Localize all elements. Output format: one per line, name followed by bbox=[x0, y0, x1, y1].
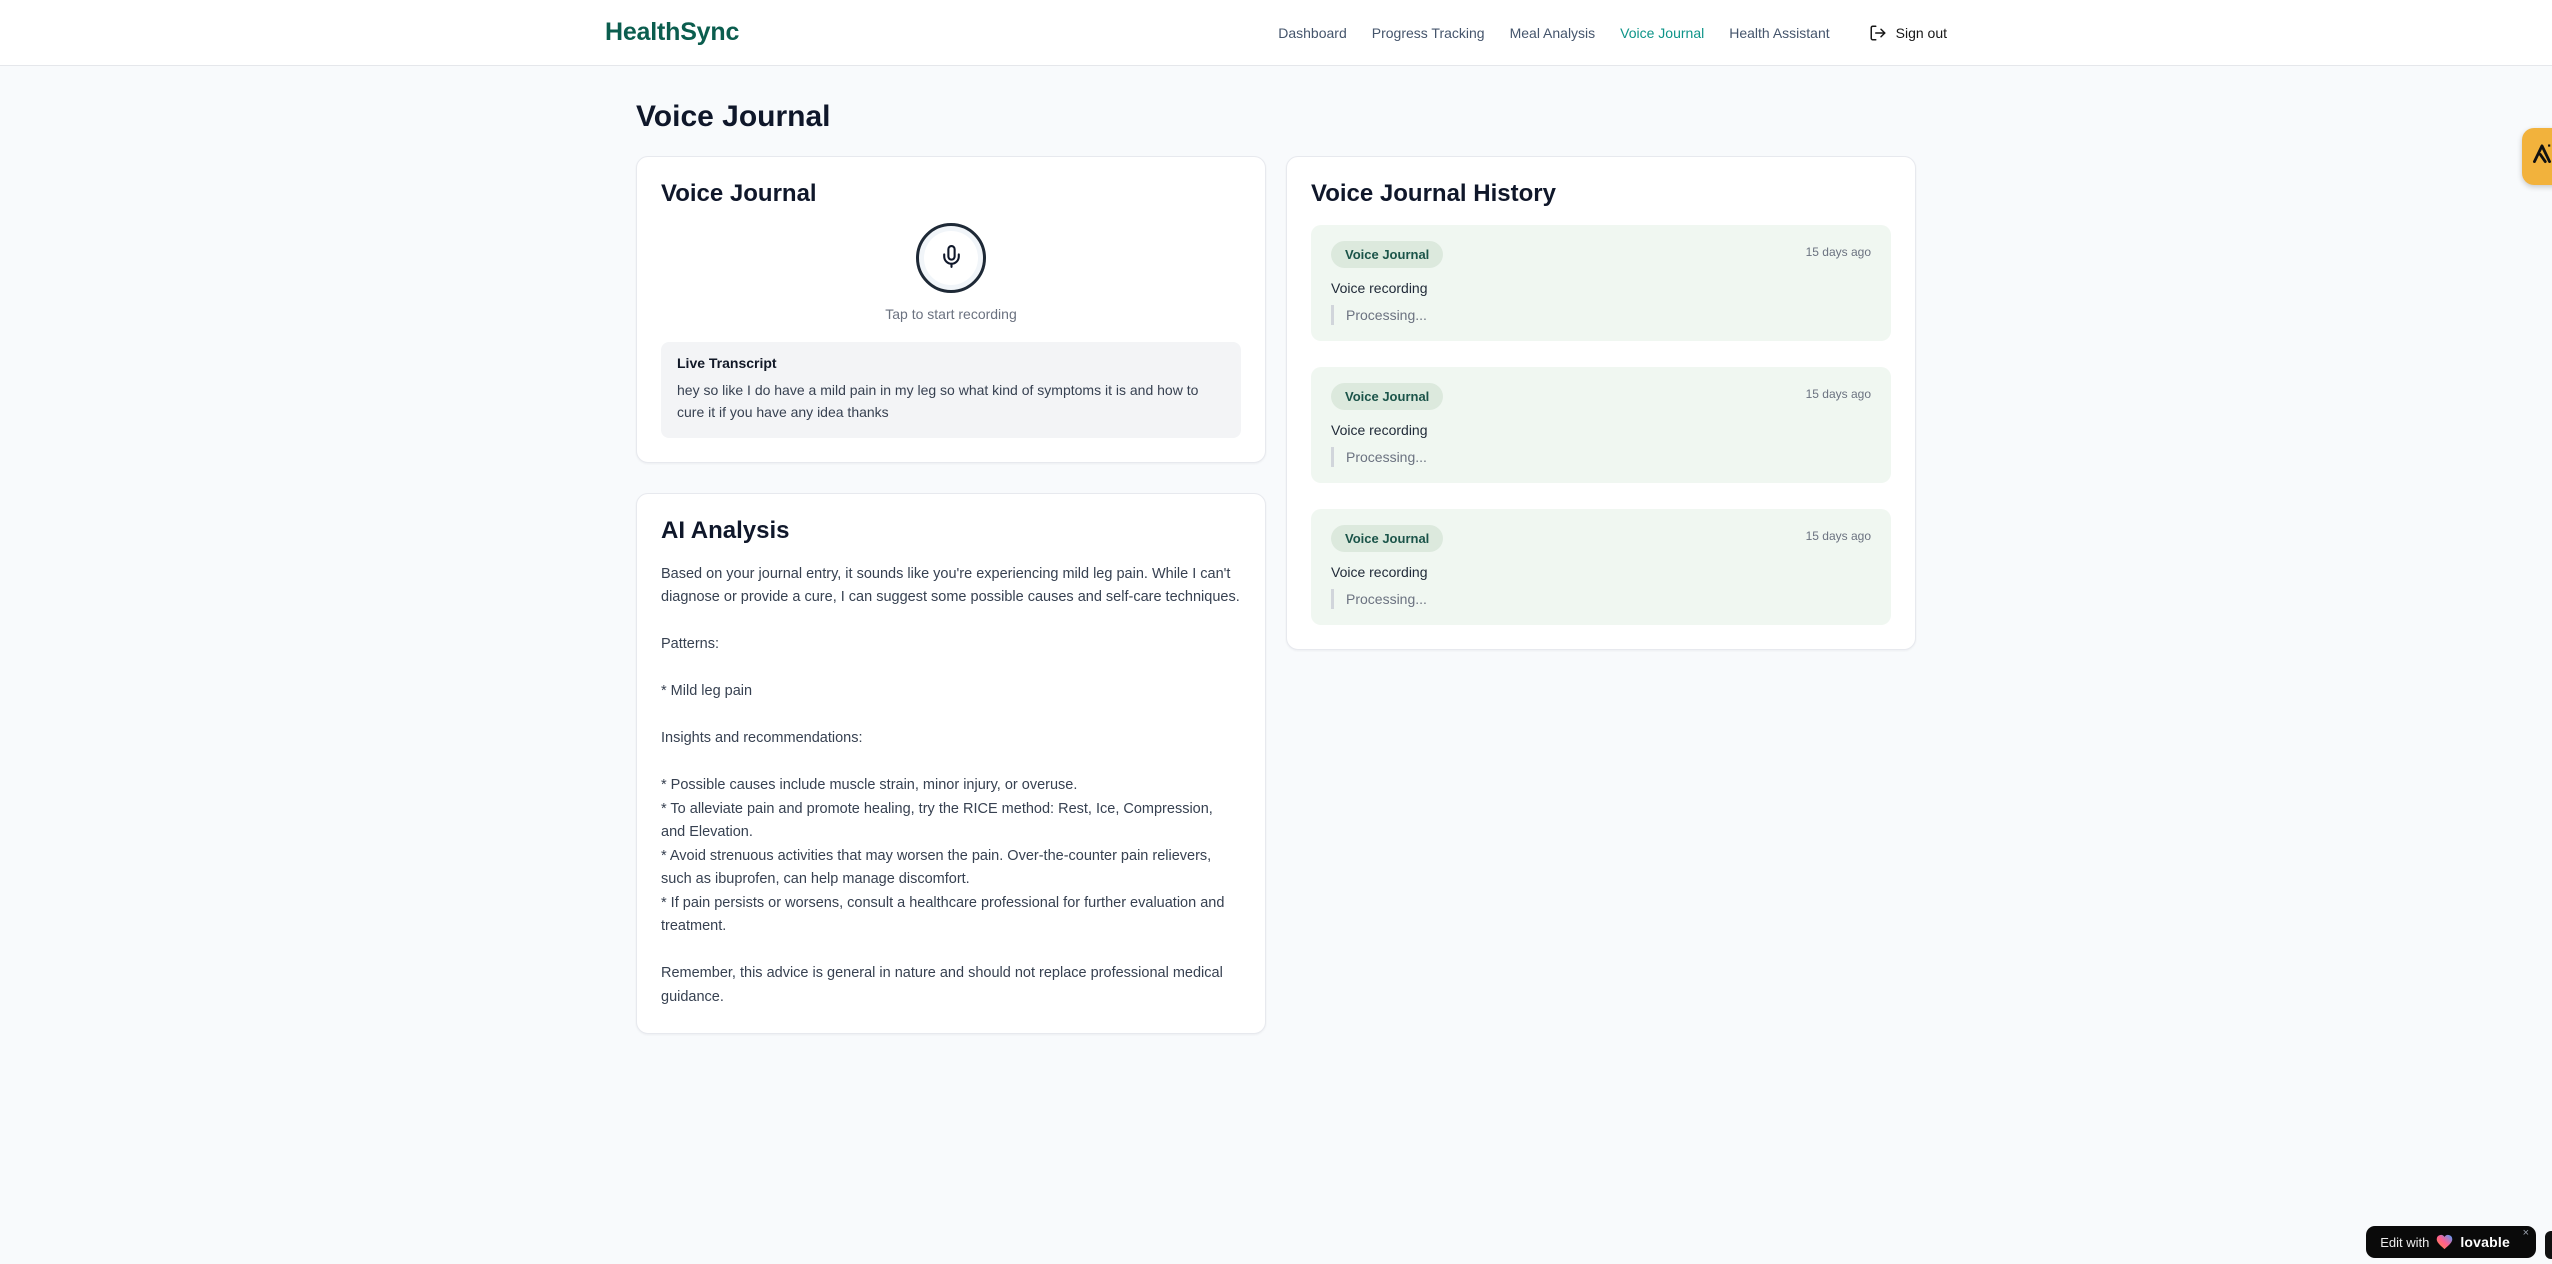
entry-status: Processing... bbox=[1331, 305, 1871, 326]
app-window: HealthSync Dashboard Progress Tracking M… bbox=[0, 0, 2552, 1264]
entry-type-badge: Voice Journal bbox=[1331, 525, 1444, 553]
history-entry[interactable]: Voice Journal 15 days ago Voice recordin… bbox=[1311, 225, 1891, 342]
record-button[interactable] bbox=[916, 223, 986, 294]
corner-cutoff-element bbox=[2545, 1231, 2552, 1259]
history-list: Voice Journal 15 days ago Voice recordin… bbox=[1311, 225, 1891, 626]
top-navigation-bar: HealthSync Dashboard Progress Tracking M… bbox=[0, 0, 2552, 66]
nav-item-voice-journal[interactable]: Voice Journal bbox=[1620, 25, 1704, 41]
heart-icon bbox=[2436, 1234, 2453, 1250]
entry-status: Processing... bbox=[1331, 589, 1871, 610]
entry-type-badge: Voice Journal bbox=[1331, 241, 1444, 269]
record-hint: Tap to start recording bbox=[885, 306, 1017, 323]
nav-item-health-assistant[interactable]: Health Assistant bbox=[1729, 25, 1829, 41]
log-out-icon bbox=[1869, 24, 1887, 42]
nav-item-dashboard[interactable]: Dashboard bbox=[1278, 25, 1347, 41]
right-column: Voice Journal History Voice Journal 15 d… bbox=[1286, 156, 1916, 651]
sign-out-button[interactable]: Sign out bbox=[1869, 24, 1947, 42]
entry-title: Voice recording bbox=[1331, 422, 1428, 439]
close-icon[interactable]: × bbox=[2523, 1228, 2529, 1239]
live-transcript-text: hey so like I do have a mild pain in my … bbox=[677, 382, 1199, 421]
lovable-brand: lovable bbox=[2460, 1234, 2510, 1250]
edit-with-lovable-badge[interactable]: Edit with lovable × bbox=[2366, 1226, 2536, 1258]
main-nav: Dashboard Progress Tracking Meal Analysi… bbox=[1278, 24, 1947, 42]
recorder-card-title: Voice Journal bbox=[661, 180, 817, 207]
entry-status: Processing... bbox=[1331, 447, 1871, 468]
brand-logo[interactable]: HealthSync bbox=[605, 18, 739, 47]
entry-timestamp: 15 days ago bbox=[1805, 245, 1871, 260]
triangle-a-logo-icon bbox=[2529, 141, 2552, 172]
ai-analysis-card: AI Analysis Based on your journal entry,… bbox=[636, 493, 1266, 1035]
entry-title: Voice recording bbox=[1331, 280, 1428, 297]
nav-item-meal-analysis[interactable]: Meal Analysis bbox=[1510, 25, 1596, 41]
entry-title: Voice recording bbox=[1331, 564, 1428, 581]
entry-type-badge: Voice Journal bbox=[1331, 383, 1444, 411]
entry-timestamp: 15 days ago bbox=[1805, 387, 1871, 402]
sign-out-label: Sign out bbox=[1895, 24, 1947, 41]
live-transcript-title: Live Transcript bbox=[677, 355, 777, 372]
edge-widget-badge[interactable] bbox=[2522, 128, 2552, 185]
page-title: Voice Journal bbox=[636, 100, 831, 133]
entry-timestamp: 15 days ago bbox=[1805, 529, 1871, 544]
nav-item-progress-tracking[interactable]: Progress Tracking bbox=[1372, 25, 1485, 41]
voice-recorder-card: Voice Journal Tap to start recording Liv… bbox=[636, 156, 1266, 464]
history-card-title: Voice Journal History bbox=[1311, 180, 1556, 207]
ai-analysis-title: AI Analysis bbox=[661, 517, 790, 545]
ai-analysis-body: Based on your journal entry, it sounds l… bbox=[661, 565, 1240, 1005]
live-transcript-box: Live Transcript hey so like I do have a … bbox=[661, 342, 1241, 439]
left-column: Voice Journal Tap to start recording Liv… bbox=[636, 156, 1266, 1035]
history-card: Voice Journal History Voice Journal 15 d… bbox=[1286, 156, 1916, 651]
history-entry[interactable]: Voice Journal 15 days ago Voice recordin… bbox=[1311, 367, 1891, 484]
history-entry[interactable]: Voice Journal 15 days ago Voice recordin… bbox=[1311, 509, 1891, 626]
main-content: Voice Journal Voice Journal Tap to start… bbox=[636, 66, 1916, 1035]
lovable-prefix: Edit with bbox=[2380, 1234, 2430, 1250]
microphone-icon bbox=[939, 244, 964, 272]
